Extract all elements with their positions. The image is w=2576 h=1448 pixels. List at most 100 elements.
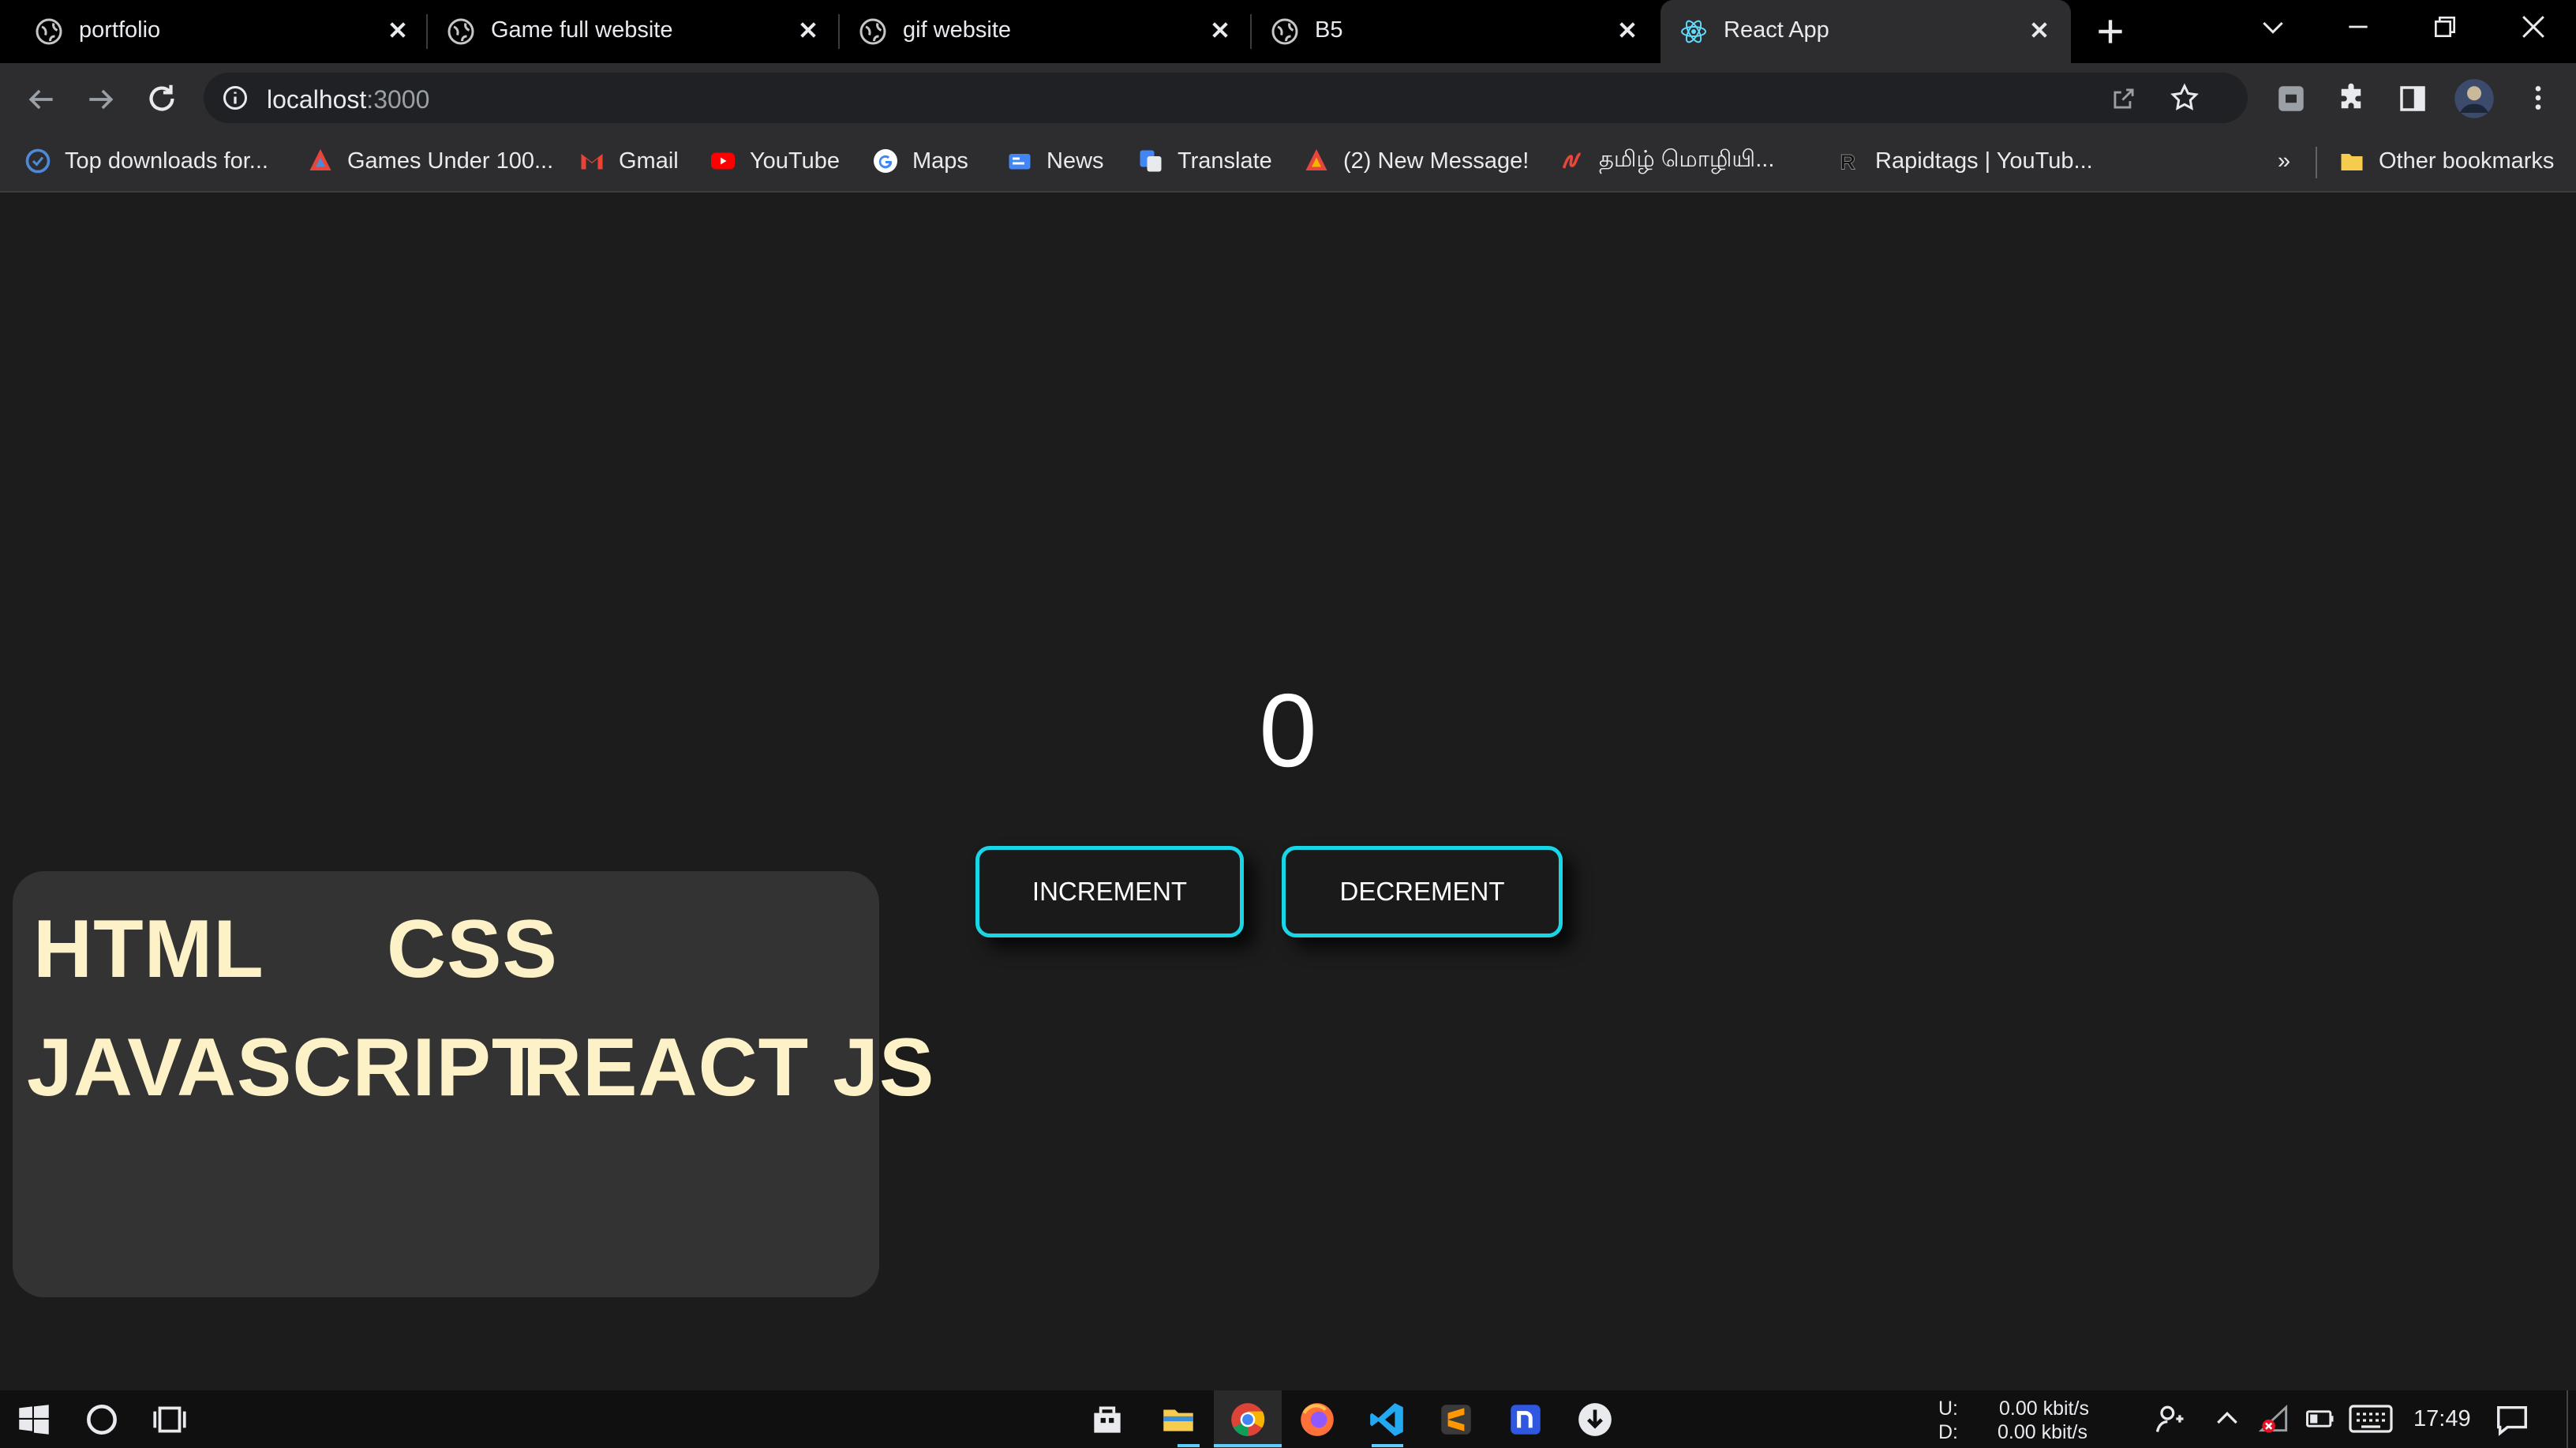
bookmarks-overflow-button[interactable]: » — [2278, 144, 2290, 178]
google-news-icon — [1009, 154, 1031, 170]
skills-card: HTML CSS JAVASCRIPT REACT JS — [13, 871, 934, 1297]
extension-icon[interactable] — [2275, 82, 2308, 115]
app-n-icon[interactable] — [1506, 1400, 1545, 1439]
tab-react-app[interactable]: React App — [1661, 0, 2071, 63]
notifications-icon[interactable] — [2494, 1401, 2530, 1438]
extensions-puzzle-icon[interactable] — [2334, 82, 2368, 115]
bookmark-translate[interactable]: Translate — [1136, 144, 1272, 178]
bookmark-label: YouTube — [750, 148, 840, 174]
page-viewport: 0 INCREMENT DECREMENT HTML CSS JAVASCRIP… — [0, 194, 2576, 1390]
bookmark-rapidtags[interactable]: R Rapidtags | YouTub... — [1834, 144, 2093, 178]
system-clock[interactable]: 17:49 — [2413, 1406, 2471, 1432]
decrement-button[interactable]: DECREMENT — [1282, 846, 1563, 937]
restore-icon[interactable] — [2429, 11, 2461, 43]
gmail-icon — [581, 154, 603, 170]
net-down-value: 0.00 kbit/s — [1998, 1421, 2087, 1443]
info-icon[interactable] — [221, 84, 249, 112]
close-icon[interactable] — [382, 14, 414, 46]
globe-icon — [1271, 18, 1298, 45]
bookmarks-bar: Top downloads for... Games Under 100... … — [0, 133, 2576, 193]
bookmark-top-downloads[interactable]: Top downloads for... — [24, 144, 268, 178]
new-tab-icon[interactable] — [2093, 14, 2128, 49]
close-icon[interactable] — [1204, 14, 1236, 46]
rapidtags-icon: R — [1840, 150, 1856, 174]
tab-gif-website[interactable]: gif website — [840, 0, 1242, 63]
show-desktop-divider[interactable] — [2567, 1390, 2568, 1448]
bookmarks-overflow-chevron-icon: » — [2278, 148, 2291, 174]
reload-icon[interactable] — [144, 80, 180, 117]
close-icon[interactable] — [2024, 14, 2055, 46]
bookmark-label: Translate — [1178, 148, 1272, 174]
app-download-icon[interactable] — [1575, 1400, 1615, 1439]
youtube-icon — [711, 152, 735, 170]
increment-button[interactable]: INCREMENT — [975, 846, 1244, 937]
close-icon[interactable] — [792, 14, 824, 46]
window-close-icon[interactable] — [2516, 9, 2551, 44]
windows-taskbar: U: 0.00 kbit/s D: 0.00 kbit/s 17:49 — [0, 1390, 2576, 1448]
bookmark-tamil[interactable]: தமிழ் மொழியி... — [1558, 144, 1774, 178]
side-panel-icon[interactable] — [2396, 82, 2429, 115]
skill-react-js: REACT JS — [522, 1022, 935, 1113]
bookmark-other-bookmarks[interactable]: Other bookmarks — [2338, 144, 2554, 178]
tab-b5[interactable]: B5 — [1252, 0, 1654, 63]
url-text[interactable]: localhost:3000 — [267, 85, 429, 114]
svg-text:R: R — [1840, 151, 1856, 174]
tab-title: Game full website — [491, 17, 673, 43]
bookmark-label: Maps — [912, 148, 968, 174]
running-indicator — [1372, 1444, 1403, 1447]
chrome-icon[interactable] — [1228, 1400, 1267, 1439]
windows-start-icon[interactable] — [14, 1400, 54, 1439]
back-arrow-icon[interactable] — [24, 82, 58, 117]
network-disconnected-icon[interactable] — [2257, 1401, 2292, 1436]
globe-icon — [36, 18, 62, 45]
kebab-menu-icon[interactable] — [2522, 82, 2554, 114]
tab-search-chevron-icon[interactable] — [2257, 11, 2289, 43]
people-icon[interactable] — [2153, 1401, 2188, 1436]
keyboard-icon[interactable] — [2349, 1401, 2393, 1436]
tab-game-full-website[interactable]: Game full website — [428, 0, 830, 63]
bookmark-label: Rapidtags | YouTub... — [1875, 148, 2093, 174]
vscode-icon[interactable] — [1367, 1400, 1406, 1439]
google-translate-icon — [1140, 150, 1162, 172]
url-host: localhost — [267, 85, 367, 114]
bookmark-favicon-icon — [309, 149, 331, 170]
profile-avatar-icon[interactable] — [2453, 77, 2496, 120]
tab-portfolio[interactable]: portfolio — [16, 0, 418, 63]
minimize-icon[interactable] — [2342, 11, 2374, 43]
task-view-icon[interactable] — [150, 1400, 189, 1439]
network-speed-readout: U: 0.00 kbit/s D: 0.00 kbit/s — [1938, 1397, 2089, 1444]
bookmark-label: News — [1046, 148, 1104, 174]
globe-icon — [447, 18, 474, 45]
bookmark-favicon-icon — [1562, 152, 1582, 169]
store-icon[interactable] — [1088, 1400, 1127, 1439]
share-icon[interactable] — [2109, 84, 2139, 114]
address-bar[interactable]: localhost:3000 — [204, 73, 2248, 123]
bookmark-gmail[interactable]: Gmail — [578, 144, 679, 178]
active-indicator — [1214, 1444, 1282, 1447]
bookmark-label: Gmail — [619, 148, 679, 174]
react-icon — [1681, 20, 1706, 43]
skill-javascript: JAVASCRIPT — [27, 1022, 543, 1113]
chevron-up-icon[interactable] — [2211, 1403, 2243, 1435]
search-circle-icon[interactable] — [82, 1400, 122, 1439]
globe-icon — [859, 18, 886, 45]
bookmark-maps[interactable]: Maps — [871, 144, 968, 178]
folder-icon — [2341, 154, 2363, 170]
net-up-label: U: — [1938, 1397, 1958, 1420]
close-icon[interactable] — [1612, 14, 1643, 46]
bookmark-youtube[interactable]: YouTube — [709, 144, 840, 178]
net-down-label: D: — [1938, 1421, 1958, 1443]
bookmark-star-icon[interactable] — [2169, 82, 2200, 114]
running-indicator — [1178, 1444, 1200, 1447]
sublime-text-icon[interactable] — [1436, 1400, 1476, 1439]
bookmark-label: தமிழ் மொழியி... — [1599, 147, 1775, 172]
battery-icon[interactable] — [2303, 1401, 2338, 1436]
bookmark-favicon-icon — [1305, 149, 1327, 170]
bookmark-new-message[interactable]: (2) New Message! — [1302, 144, 1529, 178]
bookmark-games-under-100[interactable]: Games Under 100... — [306, 144, 553, 178]
forward-arrow-icon[interactable] — [84, 82, 118, 117]
tab-strip: portfolio Game full website gif website … — [0, 0, 2576, 63]
bookmark-news[interactable]: News — [1005, 144, 1104, 178]
file-explorer-icon[interactable] — [1159, 1400, 1198, 1439]
firefox-icon[interactable] — [1297, 1400, 1337, 1439]
